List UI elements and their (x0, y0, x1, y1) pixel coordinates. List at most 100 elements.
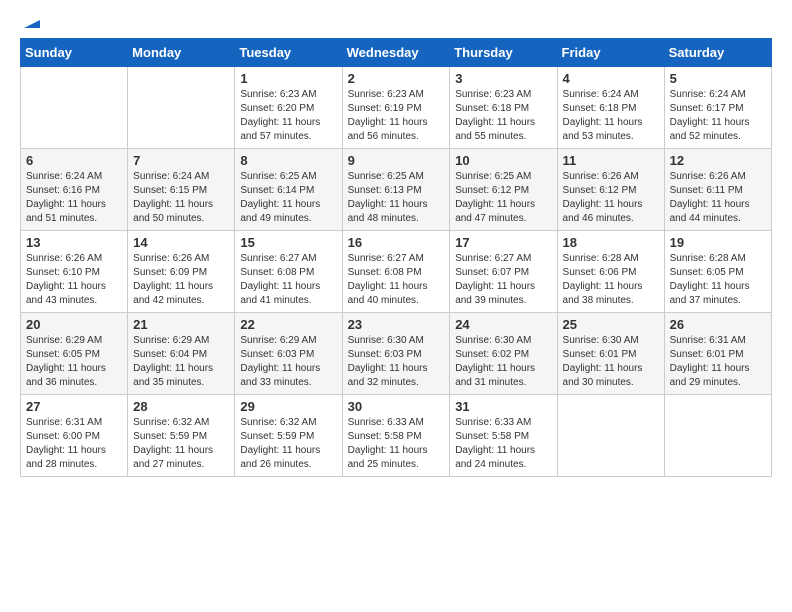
calendar-cell: 10 Sunrise: 6:25 AM Sunset: 6:12 PM Dayli… (450, 149, 557, 231)
day-info: Sunrise: 6:33 AM Sunset: 5:58 PM Dayligh… (348, 416, 445, 472)
day-number: 26 (670, 317, 766, 332)
calendar-table: SundayMondayTuesdayWednesdayThursdayFrid… (20, 38, 772, 477)
calendar-cell: 16 Sunrise: 6:27 AM Sunset: 6:08 PM Dayli… (342, 231, 450, 313)
page-header (20, 20, 772, 22)
calendar-cell: 8Sunrise: 6:25 AM Sunset: 6:14 PM Daylig… (235, 149, 342, 231)
day-info: Sunrise: 6:30 AM Sunset: 6:01 PM Dayligh… (563, 334, 659, 390)
day-number: 2 (348, 71, 445, 86)
calendar-cell: 5Sunrise: 6:24 AM Sunset: 6:17 PM Daylig… (664, 67, 771, 149)
day-number: 23 (348, 317, 445, 332)
day-number: 29 (240, 399, 336, 414)
calendar-cell (21, 67, 128, 149)
day-number: 21 (133, 317, 229, 332)
calendar-week-row: 27 Sunrise: 6:31 AM Sunset: 6:00 PM Dayli… (21, 395, 772, 477)
day-info: Sunrise: 6:27 AM Sunset: 6:08 PM Dayligh… (348, 252, 445, 308)
day-number: 9 (348, 153, 445, 168)
day-number: 11 (563, 153, 659, 168)
day-info: Sunrise: 6:26 AM Sunset: 6:09 PM Dayligh… (133, 252, 229, 308)
day-info: Sunrise: 6:24 AM Sunset: 6:16 PM Dayligh… (26, 170, 122, 226)
calendar-cell: 9 Sunrise: 6:25 AM Sunset: 6:13 PM Daylig… (342, 149, 450, 231)
calendar-cell: 30 Sunrise: 6:33 AM Sunset: 5:58 PM Dayli… (342, 395, 450, 477)
calendar-cell: 11 Sunrise: 6:26 AM Sunset: 6:12 PM Dayli… (557, 149, 664, 231)
day-number: 17 (455, 235, 551, 250)
calendar-cell: 17 Sunrise: 6:27 AM Sunset: 6:07 PM Dayli… (450, 231, 557, 313)
day-info: Sunrise: 6:25 AM Sunset: 6:13 PM Dayligh… (348, 170, 445, 226)
calendar-cell: 19Sunrise: 6:28 AM Sunset: 6:05 PM Dayli… (664, 231, 771, 313)
calendar-cell: 7 Sunrise: 6:24 AM Sunset: 6:15 PM Daylig… (128, 149, 235, 231)
calendar-week-row: 1 Sunrise: 6:23 AM Sunset: 6:20 PM Daylig… (21, 67, 772, 149)
calendar-cell: 4Sunrise: 6:24 AM Sunset: 6:18 PM Daylig… (557, 67, 664, 149)
day-number: 14 (133, 235, 229, 250)
calendar-cell: 31 Sunrise: 6:33 AM Sunset: 5:58 PM Dayli… (450, 395, 557, 477)
day-number: 10 (455, 153, 551, 168)
day-number: 27 (26, 399, 122, 414)
calendar-cell: 29 Sunrise: 6:32 AM Sunset: 5:59 PM Dayli… (235, 395, 342, 477)
calendar-cell (664, 395, 771, 477)
column-header-sunday: Sunday (21, 39, 128, 67)
calendar-cell: 12 Sunrise: 6:26 AM Sunset: 6:11 PM Dayli… (664, 149, 771, 231)
day-number: 28 (133, 399, 229, 414)
column-header-friday: Friday (557, 39, 664, 67)
day-number: 30 (348, 399, 445, 414)
calendar-cell: 25 Sunrise: 6:30 AM Sunset: 6:01 PM Dayli… (557, 313, 664, 395)
day-number: 16 (348, 235, 445, 250)
day-number: 5 (670, 71, 766, 86)
calendar-week-row: 13Sunrise: 6:26 AM Sunset: 6:10 PM Dayli… (21, 231, 772, 313)
day-number: 3 (455, 71, 551, 86)
day-number: 12 (670, 153, 766, 168)
day-info: Sunrise: 6:28 AM Sunset: 6:06 PM Dayligh… (563, 252, 659, 308)
calendar-cell: 13Sunrise: 6:26 AM Sunset: 6:10 PM Dayli… (21, 231, 128, 313)
calendar-cell: 2 Sunrise: 6:23 AM Sunset: 6:19 PM Daylig… (342, 67, 450, 149)
column-header-thursday: Thursday (450, 39, 557, 67)
calendar-cell: 21 Sunrise: 6:29 AM Sunset: 6:04 PM Dayli… (128, 313, 235, 395)
calendar-cell: 28 Sunrise: 6:32 AM Sunset: 5:59 PM Dayli… (128, 395, 235, 477)
calendar-cell: 3Sunrise: 6:23 AM Sunset: 6:18 PM Daylig… (450, 67, 557, 149)
day-info: Sunrise: 6:29 AM Sunset: 6:03 PM Dayligh… (240, 334, 336, 390)
day-number: 25 (563, 317, 659, 332)
day-info: Sunrise: 6:26 AM Sunset: 6:11 PM Dayligh… (670, 170, 766, 226)
day-info: Sunrise: 6:26 AM Sunset: 6:10 PM Dayligh… (26, 252, 122, 308)
day-info: Sunrise: 6:27 AM Sunset: 6:07 PM Dayligh… (455, 252, 551, 308)
column-header-tuesday: Tuesday (235, 39, 342, 67)
calendar-cell: 6 Sunrise: 6:24 AM Sunset: 6:16 PM Daylig… (21, 149, 128, 231)
day-info: Sunrise: 6:30 AM Sunset: 6:02 PM Dayligh… (455, 334, 551, 390)
day-number: 20 (26, 317, 122, 332)
day-number: 31 (455, 399, 551, 414)
calendar-week-row: 20 Sunrise: 6:29 AM Sunset: 6:05 PM Dayli… (21, 313, 772, 395)
calendar-cell: 23 Sunrise: 6:30 AM Sunset: 6:03 PM Dayli… (342, 313, 450, 395)
day-number: 15 (240, 235, 336, 250)
day-number: 1 (240, 71, 336, 86)
logo-icon (24, 12, 40, 28)
day-number: 24 (455, 317, 551, 332)
column-header-wednesday: Wednesday (342, 39, 450, 67)
day-info: Sunrise: 6:32 AM Sunset: 5:59 PM Dayligh… (133, 416, 229, 472)
day-info: Sunrise: 6:27 AM Sunset: 6:08 PM Dayligh… (240, 252, 336, 308)
day-info: Sunrise: 6:28 AM Sunset: 6:05 PM Dayligh… (670, 252, 766, 308)
calendar-cell: 22 Sunrise: 6:29 AM Sunset: 6:03 PM Dayli… (235, 313, 342, 395)
logo (20, 20, 40, 22)
day-info: Sunrise: 6:29 AM Sunset: 6:05 PM Dayligh… (26, 334, 122, 390)
day-info: Sunrise: 6:24 AM Sunset: 6:15 PM Dayligh… (133, 170, 229, 226)
day-info: Sunrise: 6:31 AM Sunset: 6:00 PM Dayligh… (26, 416, 122, 472)
day-info: Sunrise: 6:25 AM Sunset: 6:12 PM Dayligh… (455, 170, 551, 226)
day-info: Sunrise: 6:30 AM Sunset: 6:03 PM Dayligh… (348, 334, 445, 390)
day-info: Sunrise: 6:23 AM Sunset: 6:19 PM Dayligh… (348, 88, 445, 144)
day-info: Sunrise: 6:24 AM Sunset: 6:18 PM Dayligh… (563, 88, 659, 144)
calendar-cell: 26Sunrise: 6:31 AM Sunset: 6:01 PM Dayli… (664, 313, 771, 395)
calendar-week-row: 6 Sunrise: 6:24 AM Sunset: 6:16 PM Daylig… (21, 149, 772, 231)
calendar-cell: 20 Sunrise: 6:29 AM Sunset: 6:05 PM Dayli… (21, 313, 128, 395)
day-info: Sunrise: 6:29 AM Sunset: 6:04 PM Dayligh… (133, 334, 229, 390)
day-number: 6 (26, 153, 122, 168)
day-number: 8 (240, 153, 336, 168)
day-info: Sunrise: 6:26 AM Sunset: 6:12 PM Dayligh… (563, 170, 659, 226)
day-info: Sunrise: 6:32 AM Sunset: 5:59 PM Dayligh… (240, 416, 336, 472)
day-number: 22 (240, 317, 336, 332)
calendar-cell: 14 Sunrise: 6:26 AM Sunset: 6:09 PM Dayli… (128, 231, 235, 313)
day-info: Sunrise: 6:23 AM Sunset: 6:20 PM Dayligh… (240, 88, 336, 144)
day-info: Sunrise: 6:33 AM Sunset: 5:58 PM Dayligh… (455, 416, 551, 472)
day-number: 18 (563, 235, 659, 250)
day-number: 7 (133, 153, 229, 168)
calendar-cell: 18 Sunrise: 6:28 AM Sunset: 6:06 PM Dayli… (557, 231, 664, 313)
calendar-header-row: SundayMondayTuesdayWednesdayThursdayFrid… (21, 39, 772, 67)
calendar-cell (128, 67, 235, 149)
